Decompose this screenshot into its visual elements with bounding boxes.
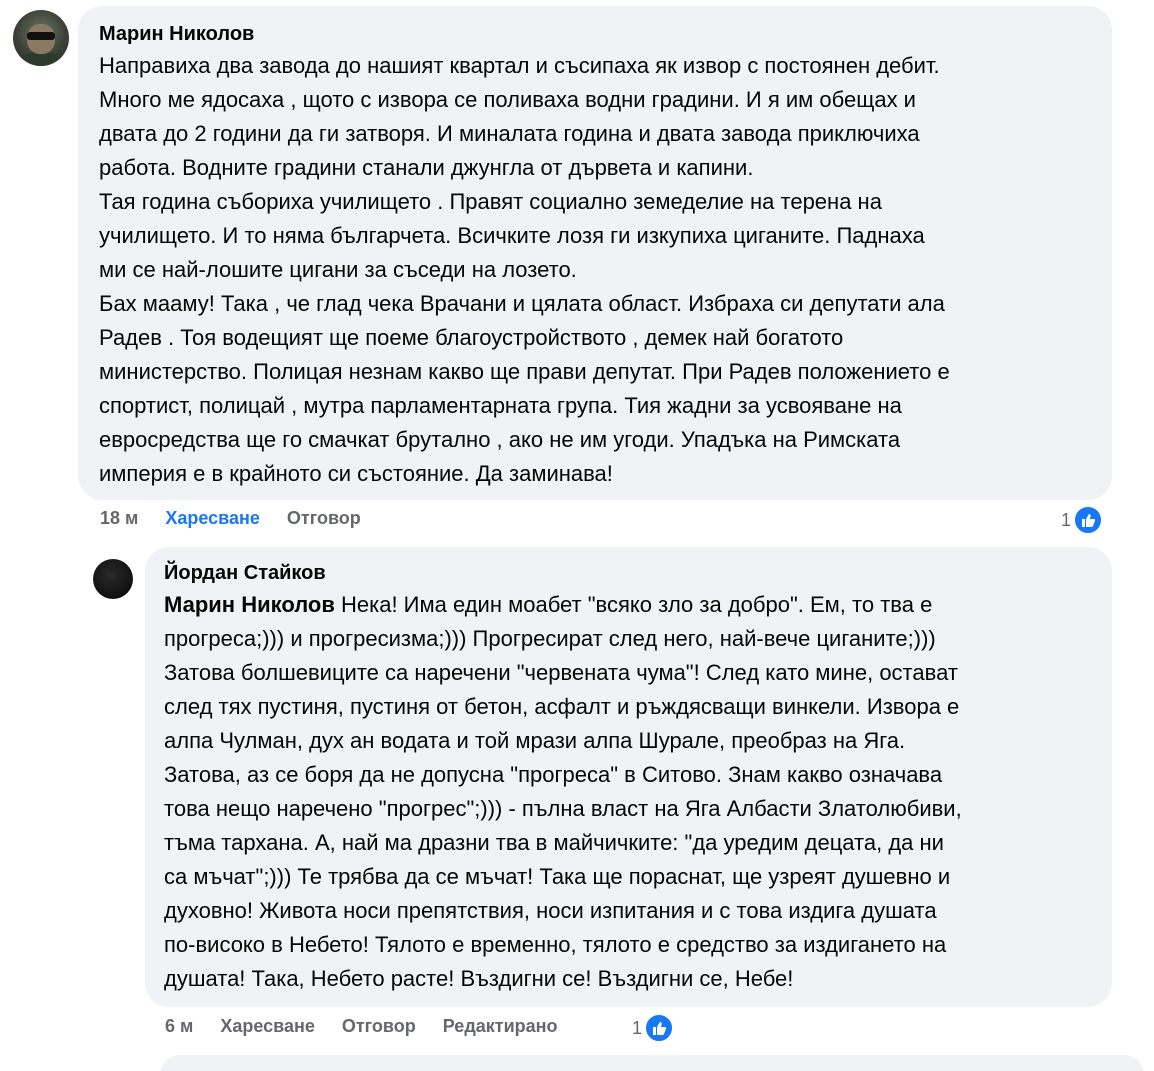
comment-actions: 18 м Харесване Отговор — [100, 508, 388, 529]
like-icon — [1073, 505, 1104, 535]
reply-button[interactable]: Отговор — [287, 508, 361, 529]
reaction-summary[interactable]: 1 — [1061, 505, 1104, 535]
like-icon — [644, 1013, 675, 1043]
avatar-yordan[interactable] — [93, 559, 133, 599]
avatar-marin[interactable] — [13, 10, 69, 66]
like-button[interactable]: Харесване — [165, 508, 260, 529]
avatar-glasses — [27, 32, 55, 40]
reply-like-button[interactable]: Харесване — [220, 1016, 315, 1037]
avatar-shirt — [17, 52, 65, 66]
comment-text: Направиха два завода до нашият квартал и… — [99, 53, 950, 486]
next-comment-bubble — [160, 1055, 1144, 1071]
reply-reply-button[interactable]: Отговор — [342, 1016, 416, 1037]
comment-author[interactable]: Марин Николов — [99, 22, 1092, 46]
reaction-count: 1 — [1061, 509, 1072, 530]
comment-thread: Марин Николов Направиха два завода до на… — [0, 0, 1154, 1071]
reply-text: Марин Николов Нека! Има един моабет "вся… — [164, 588, 1092, 996]
reply-reaction-count: 1 — [632, 1017, 643, 1038]
mention-link[interactable]: Марин Николов — [164, 592, 335, 617]
reply-body: Нека! Има един моабет "всяко зло за добр… — [164, 592, 962, 991]
reply-timestamp[interactable]: 6 м — [165, 1016, 193, 1037]
comment-timestamp[interactable]: 18 м — [100, 508, 138, 529]
reply-reaction-summary[interactable]: 1 — [632, 1013, 675, 1043]
reply-bubble: Йордан Стайков Марин Николов Нека! Има е… — [145, 547, 1112, 1007]
comment-bubble: Марин Николов Направиха два завода до на… — [78, 6, 1112, 500]
reply-author[interactable]: Йордан Стайков — [164, 561, 1092, 585]
reply-actions: 6 м Харесване Отговор Редактирано — [165, 1016, 585, 1037]
edited-label[interactable]: Редактирано — [443, 1016, 558, 1037]
